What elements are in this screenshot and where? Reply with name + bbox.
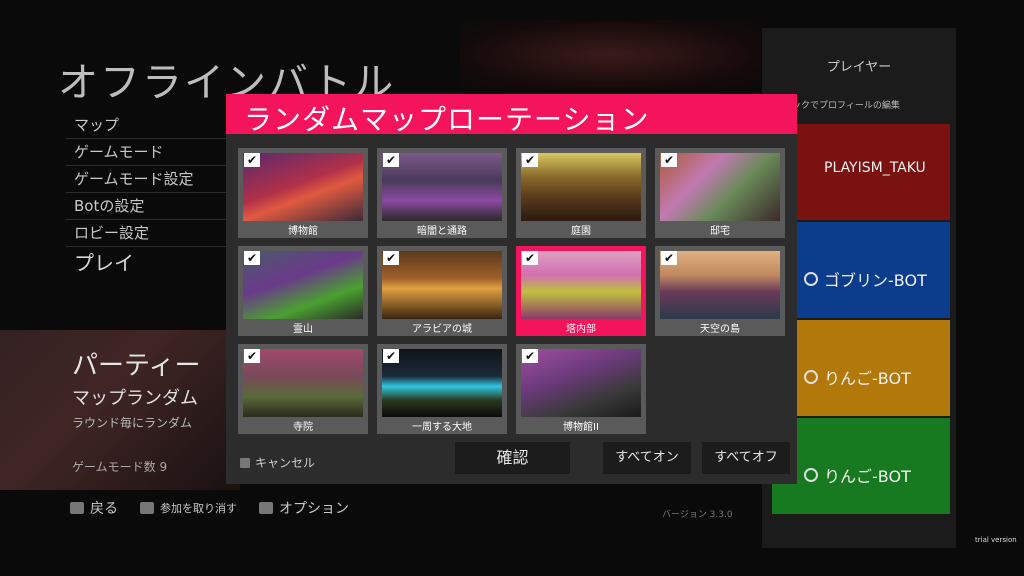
player-card[interactable]: PLAYISM_TAKU bbox=[772, 124, 950, 220]
options-button[interactable]: オプション bbox=[259, 498, 349, 518]
checkbox-checked-icon[interactable]: ✔ bbox=[244, 349, 260, 363]
map-label: 庭園 bbox=[571, 226, 591, 237]
back-key-icon bbox=[70, 502, 84, 514]
map-tile[interactable]: ✔ アラビアの城 bbox=[377, 246, 507, 336]
party-info: パーティー マップランダム ラウンド毎にランダム bbox=[72, 345, 200, 431]
map-tile[interactable]: ✔ 博物館II bbox=[516, 344, 646, 434]
menu-item-game-mode[interactable]: ゲームモード bbox=[66, 139, 236, 166]
bottom-bar: 戻る 参加を取り消す オプション bbox=[70, 498, 349, 518]
background-glow bbox=[460, 20, 760, 90]
cancel-key-icon bbox=[240, 457, 250, 468]
map-thumbnail bbox=[521, 349, 641, 417]
random-map-rotation-dialog: ランダムマップローテーション ✔ 博物館 ✔ 暗闇と通路 ✔ 庭園 ✔ 邸宅 ✔… bbox=[226, 94, 797, 484]
menu-item-map[interactable]: マップ bbox=[66, 112, 236, 139]
checkbox-checked-icon[interactable]: ✔ bbox=[522, 153, 538, 167]
party-title: パーティー bbox=[72, 351, 201, 381]
player-card[interactable]: ゴブリン-BOT bbox=[772, 222, 950, 318]
map-thumbnail bbox=[660, 153, 780, 221]
menu-item-lobby-settings[interactable]: ロビー設定 bbox=[66, 220, 236, 247]
map-thumbnail bbox=[243, 349, 363, 417]
map-tile[interactable]: ✔ 庭園 bbox=[516, 148, 646, 238]
map-thumbnail bbox=[382, 153, 502, 221]
map-label: アラビアの城 bbox=[412, 324, 472, 335]
map-thumbnail bbox=[243, 251, 363, 319]
controller-icon bbox=[804, 468, 818, 482]
menu-item-play[interactable]: プレイ bbox=[66, 247, 236, 279]
controller-icon bbox=[804, 370, 818, 384]
checkbox-checked-icon[interactable]: ✔ bbox=[244, 153, 260, 167]
players-title: プレイヤー bbox=[826, 60, 892, 75]
checkbox-checked-icon[interactable]: ✔ bbox=[383, 153, 399, 167]
player-card[interactable]: りんご-BOT bbox=[772, 418, 950, 514]
back-button[interactable]: 戻る bbox=[70, 498, 118, 518]
map-label: 天空の島 bbox=[700, 324, 740, 335]
map-tile[interactable]: ✔ 一周する大地 bbox=[377, 344, 507, 434]
map-thumbnail bbox=[243, 153, 363, 221]
game-mode-count: ゲームモード数 9 bbox=[72, 460, 168, 474]
map-thumbnail bbox=[382, 251, 502, 319]
player-name: ゴブリン-BOT bbox=[824, 271, 927, 290]
cancel-join-key-icon bbox=[140, 502, 154, 514]
player-name: PLAYISM_TAKU bbox=[824, 160, 926, 176]
map-tile[interactable]: ✔ 邸宅 bbox=[655, 148, 785, 238]
player-name: りんご-BOT bbox=[824, 369, 911, 388]
cancel-join-button[interactable]: 参加を取り消す bbox=[140, 500, 237, 516]
trial-label: trial version bbox=[975, 536, 1017, 544]
dialog-header: ランダムマップローテーション bbox=[226, 94, 797, 136]
checkbox-checked-icon[interactable]: ✔ bbox=[383, 349, 399, 363]
map-thumbnail bbox=[382, 349, 502, 417]
map-thumbnail bbox=[660, 251, 780, 319]
map-label: 霊山 bbox=[293, 324, 313, 335]
map-label: 暗闇と通路 bbox=[417, 226, 467, 237]
map-tile[interactable]: ✔ 博物館 bbox=[238, 148, 368, 238]
map-label: 邸宅 bbox=[710, 226, 730, 237]
options-key-icon bbox=[259, 502, 273, 514]
back-label: 戻る bbox=[90, 501, 118, 517]
party-description: ラウンド毎にランダム bbox=[72, 416, 193, 430]
map-label: 博物館 bbox=[288, 226, 318, 237]
checkbox-checked-icon[interactable]: ✔ bbox=[661, 251, 677, 265]
map-tile[interactable]: ✔ 天空の島 bbox=[655, 246, 785, 336]
menu-item-bot-settings[interactable]: Botの設定 bbox=[66, 193, 236, 220]
checkbox-checked-icon[interactable]: ✔ bbox=[522, 349, 538, 363]
cancel-label: キャンセル bbox=[255, 456, 316, 470]
map-label: 博物館II bbox=[563, 422, 599, 433]
map-tile[interactable]: ✔ 暗闇と通路 bbox=[377, 148, 507, 238]
all-on-button[interactable]: すべてオン bbox=[603, 442, 691, 474]
checkbox-checked-icon[interactable]: ✔ bbox=[383, 251, 399, 265]
cancel-button[interactable]: キャンセル bbox=[240, 454, 315, 471]
map-label: 塔内部 bbox=[566, 324, 596, 335]
map-label: 寺院 bbox=[293, 422, 313, 433]
player-card[interactable]: りんご-BOT bbox=[772, 320, 950, 416]
checkbox-checked-icon[interactable]: ✔ bbox=[661, 153, 677, 167]
map-tile[interactable]: ✔ 寺院 bbox=[238, 344, 368, 434]
main-menu: マップ ゲームモード ゲームモード設定 Botの設定 ロビー設定 プレイ bbox=[66, 112, 236, 279]
options-label: オプション bbox=[279, 501, 349, 517]
menu-item-game-mode-settings[interactable]: ゲームモード設定 bbox=[66, 166, 236, 193]
map-tile[interactable]: ✔ 霊山 bbox=[238, 246, 368, 336]
map-tile-selected[interactable]: ✔ 塔内部 bbox=[516, 246, 646, 336]
map-label: 一周する大地 bbox=[412, 422, 472, 433]
cancel-join-label: 参加を取り消す bbox=[160, 502, 237, 515]
map-thumbnail bbox=[521, 153, 641, 221]
checkbox-checked-icon[interactable]: ✔ bbox=[244, 251, 260, 265]
map-thumbnail bbox=[521, 251, 641, 319]
controller-icon bbox=[804, 272, 818, 286]
profile-edit-hint: ックでプロフィールの編集 bbox=[792, 101, 900, 111]
dialog-title: ランダムマップローテーション bbox=[244, 103, 650, 136]
checkbox-checked-icon[interactable]: ✔ bbox=[522, 251, 538, 265]
party-subtitle: マップランダム bbox=[72, 388, 198, 409]
confirm-button[interactable]: 確認 bbox=[455, 442, 570, 474]
all-off-button[interactable]: すべてオフ bbox=[702, 442, 790, 474]
version-label: バージョン 3.3.0 bbox=[662, 510, 733, 520]
player-name: りんご-BOT bbox=[824, 467, 911, 486]
